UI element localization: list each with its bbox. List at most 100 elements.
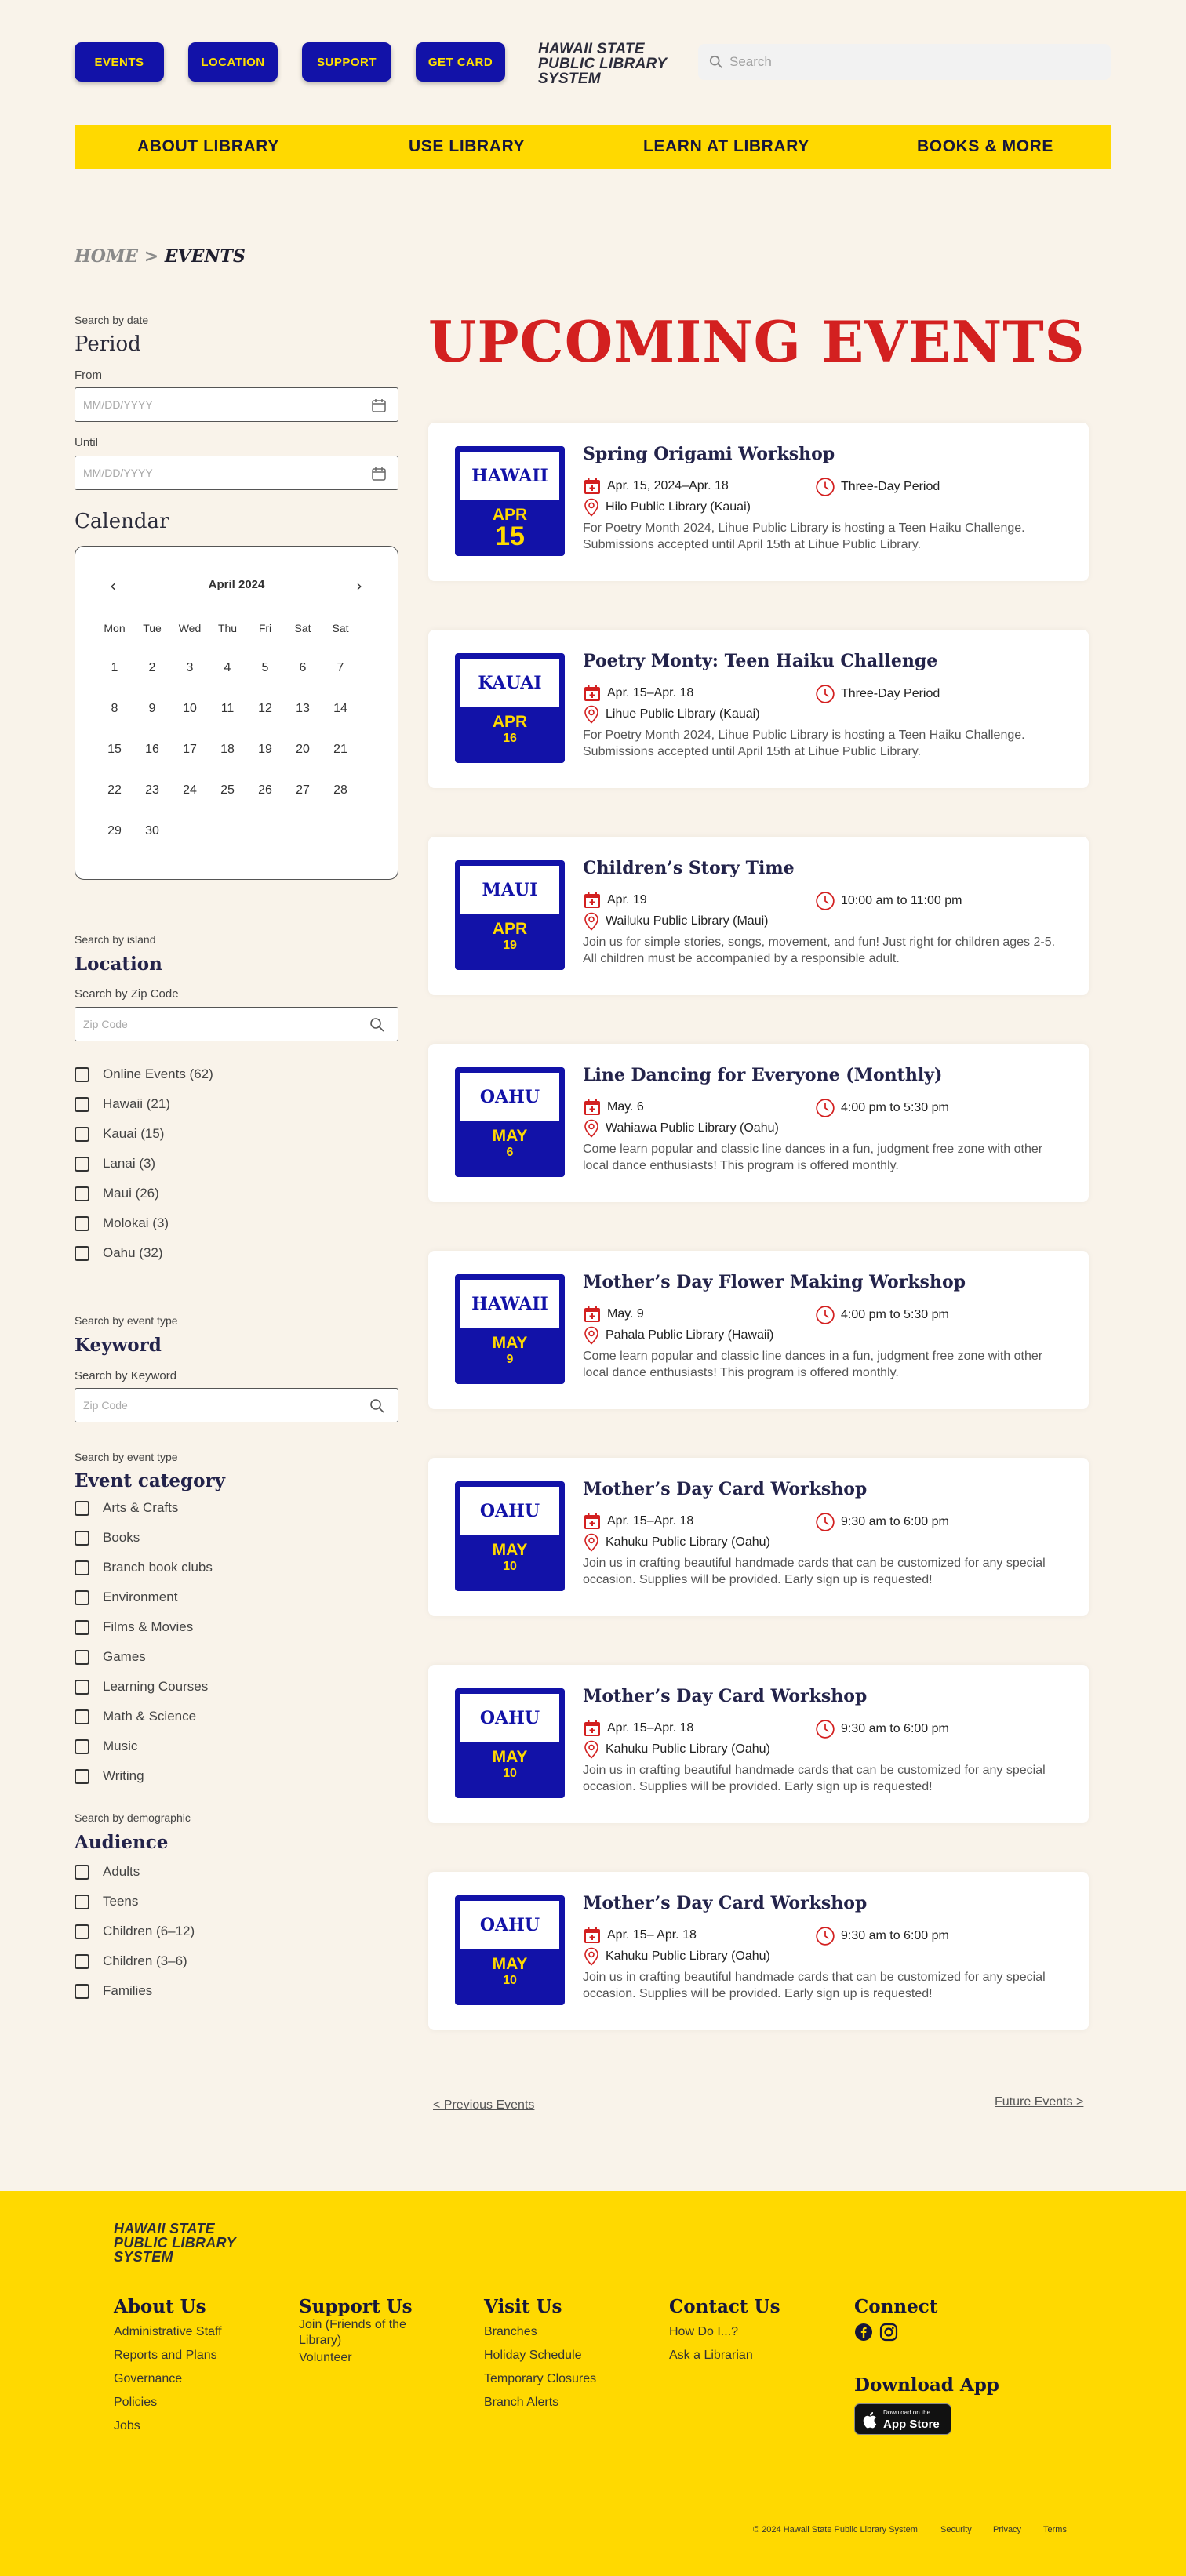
calendar-day[interactable]: 12 [249, 702, 281, 716]
footer-link[interactable]: Reports and Plans [114, 2348, 217, 2363]
footer-link[interactable]: Administrative Staff [114, 2324, 222, 2340]
event-title[interactable]: Poetry Monty: Teen Haiku Challenge [583, 651, 937, 671]
calendar-day[interactable]: 27 [287, 783, 318, 798]
audience-checkbox-row[interactable]: Adults [75, 1864, 140, 1880]
search-icon[interactable] [369, 1398, 385, 1414]
footer-link[interactable]: Branch Alerts [484, 2395, 558, 2411]
calendar-day[interactable]: 23 [136, 783, 168, 798]
event-card[interactable]: OAHU MAY 10 Mother’s Day Card Workshop Apr. … [428, 1458, 1089, 1616]
facebook-icon[interactable] [854, 2323, 873, 2342]
category-checkbox-row[interactable]: Learning Courses [75, 1679, 208, 1695]
location-button[interactable]: LOCATION [188, 42, 278, 82]
footer-link[interactable]: Holiday Schedule [484, 2348, 582, 2363]
category-checkbox[interactable] [75, 1679, 89, 1695]
category-checkbox[interactable] [75, 1649, 89, 1665]
calendar-day[interactable]: 28 [325, 783, 356, 798]
location-checkbox-row[interactable]: Online Events (62) [75, 1066, 213, 1082]
calendar-day[interactable]: 26 [249, 783, 281, 798]
footer-link[interactable]: Ask a Librarian [669, 2348, 753, 2363]
audience-checkbox-row[interactable]: Families [75, 1983, 152, 1999]
calendar-day[interactable]: 13 [287, 702, 318, 716]
location-checkbox[interactable] [75, 1215, 89, 1231]
event-card[interactable]: OAHU MAY 6 Line Dancing for Everyone (Month… [428, 1044, 1089, 1202]
calendar-day[interactable]: 4 [212, 661, 243, 675]
next-month-icon[interactable]: › [356, 576, 362, 595]
event-title[interactable]: Mother’s Day Card Workshop [583, 1479, 867, 1499]
category-checkbox-row[interactable]: Films & Movies [75, 1619, 193, 1635]
category-checkbox[interactable] [75, 1560, 89, 1575]
previous-events-link[interactable]: < Previous Events [433, 2098, 534, 2113]
event-title[interactable]: Children’s Story Time [583, 858, 795, 878]
audience-checkbox[interactable] [75, 1924, 89, 1939]
category-checkbox[interactable] [75, 1530, 89, 1546]
category-checkbox[interactable] [75, 1500, 89, 1516]
nav-about-library[interactable]: ABOUT LIBRARY [137, 137, 279, 156]
calendar-day[interactable]: 22 [99, 783, 130, 798]
events-button[interactable]: EVENTS [75, 42, 164, 82]
future-events-link[interactable]: Future Events > [995, 2095, 1083, 2109]
zip-code-input[interactable]: Zip Code [75, 1007, 398, 1041]
audience-checkbox-row[interactable]: Teens [75, 1894, 138, 1909]
calendar-day[interactable]: 2 [136, 661, 168, 675]
calendar-day[interactable]: 30 [136, 824, 168, 838]
event-card[interactable]: OAHU MAY 10 Mother’s Day Card Workshop Apr. … [428, 1872, 1089, 2030]
event-title[interactable]: Mother’s Day Flower Making Workshop [583, 1272, 966, 1292]
site-logo[interactable]: HAWAII STATE PUBLIC LIBRARY SYSTEM [538, 42, 667, 86]
calendar-day[interactable]: 3 [174, 661, 206, 675]
footer-link[interactable]: Jobs [114, 2418, 140, 2434]
location-checkbox[interactable] [75, 1096, 89, 1112]
event-card[interactable]: HAWAII MAY 9 Mother’s Day Flower Making Wor… [428, 1251, 1089, 1409]
category-checkbox[interactable] [75, 1739, 89, 1754]
footer-link[interactable]: Volunteer [299, 2350, 352, 2366]
location-checkbox[interactable] [75, 1126, 89, 1142]
event-title[interactable]: Mother’s Day Card Workshop [583, 1893, 867, 1913]
audience-checkbox[interactable] [75, 1953, 89, 1969]
nav-use-library[interactable]: USE LIBRARY [409, 137, 525, 156]
location-checkbox[interactable] [75, 1186, 89, 1201]
audience-checkbox[interactable] [75, 1894, 89, 1909]
event-title[interactable]: Line Dancing for Everyone (Monthly) [583, 1065, 942, 1085]
terms-link[interactable]: Terms [1043, 2525, 1067, 2534]
calendar-day[interactable]: 1 [99, 661, 130, 675]
calendar-day[interactable]: 9 [136, 702, 168, 716]
support-button[interactable]: SUPPORT [302, 42, 391, 82]
calendar-day[interactable]: 11 [212, 702, 243, 716]
category-checkbox-row[interactable]: Music [75, 1739, 137, 1754]
until-date-field[interactable]: MM/DD/YYYY [75, 456, 398, 490]
category-checkbox-row[interactable]: Arts & Crafts [75, 1500, 178, 1516]
category-checkbox[interactable] [75, 1619, 89, 1635]
calendar-day[interactable]: 5 [249, 661, 281, 675]
category-checkbox[interactable] [75, 1709, 89, 1724]
breadcrumb-home[interactable]: HOME [75, 246, 138, 267]
calendar-day[interactable]: 14 [325, 702, 356, 716]
footer-logo[interactable]: HAWAII STATE PUBLIC LIBRARY SYSTEM [114, 2222, 236, 2264]
calendar-day[interactable]: 20 [287, 743, 318, 757]
location-checkbox-row[interactable]: Lanai (3) [75, 1156, 155, 1172]
event-card[interactable]: OAHU MAY 10 Mother’s Day Card Workshop Apr. … [428, 1665, 1089, 1823]
calendar-day[interactable]: 8 [99, 702, 130, 716]
category-checkbox-row[interactable]: Branch book clubs [75, 1560, 213, 1575]
event-card[interactable]: KAUAI APR 16 Poetry Monty: Teen Haiku Chall… [428, 630, 1089, 788]
location-checkbox-row[interactable]: Hawaii (21) [75, 1096, 170, 1112]
event-title[interactable]: Spring Origami Workshop [583, 444, 835, 464]
audience-checkbox-row[interactable]: Children (3–6) [75, 1953, 187, 1969]
calendar-day[interactable]: 17 [174, 743, 206, 757]
nav-books-more[interactable]: BOOKS & MORE [917, 137, 1053, 156]
category-checkbox-row[interactable]: Games [75, 1649, 146, 1665]
location-checkbox-row[interactable]: Molokai (3) [75, 1215, 169, 1231]
instagram-icon[interactable] [879, 2323, 898, 2342]
get-card-button[interactable]: GET CARD [416, 42, 505, 82]
privacy-link[interactable]: Privacy [993, 2525, 1021, 2534]
location-checkbox-row[interactable]: Kauai (15) [75, 1126, 164, 1142]
calendar-day[interactable]: 21 [325, 743, 356, 757]
search-input[interactable]: Search [698, 44, 1111, 80]
event-title[interactable]: Mother’s Day Card Workshop [583, 1686, 867, 1706]
calendar-day[interactable]: 29 [99, 824, 130, 838]
location-checkbox-row[interactable]: Oahu (32) [75, 1245, 163, 1261]
calendar-day[interactable]: 7 [325, 661, 356, 675]
security-link[interactable]: Security [940, 2525, 972, 2534]
footer-link[interactable]: Policies [114, 2395, 157, 2411]
event-card[interactable]: MAUI APR 19 Children’s Story Time Apr. 19 10:… [428, 837, 1089, 995]
footer-link[interactable]: How Do I...? [669, 2324, 738, 2340]
location-checkbox[interactable] [75, 1066, 89, 1082]
